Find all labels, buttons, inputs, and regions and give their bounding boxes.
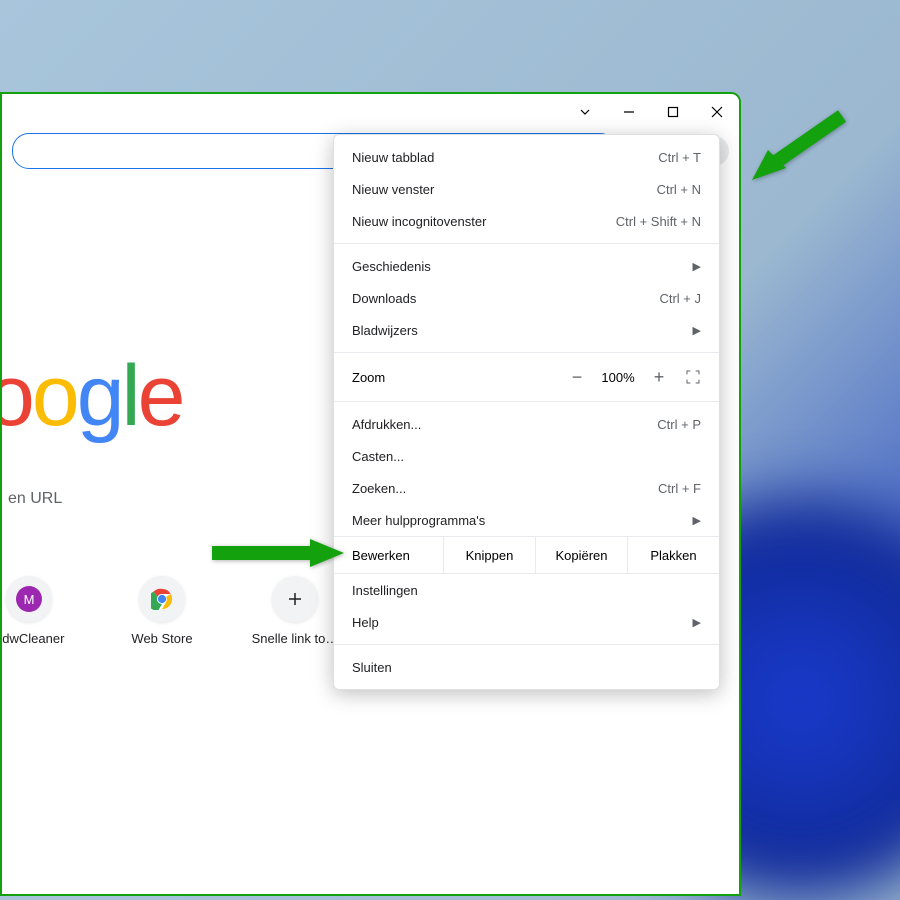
edit-cut[interactable]: Knippen <box>444 537 536 573</box>
chrome-menu: Nieuw tabbladCtrl + T Nieuw vensterCtrl … <box>333 134 720 690</box>
maximize-button[interactable] <box>651 94 695 130</box>
menu-print[interactable]: Afdrukken...Ctrl + P <box>334 408 719 440</box>
menu-exit[interactable]: Sluiten <box>334 651 719 683</box>
titlebar <box>2 94 739 130</box>
chevron-right-icon: ▶ <box>693 260 701 273</box>
shortcut-letter-icon: M <box>16 586 42 612</box>
search-placeholder: en URL <box>8 490 62 508</box>
shortcuts-row: M AdwCleaner Web Store Snelle link to… <box>0 576 350 646</box>
menu-find[interactable]: Zoeken...Ctrl + F <box>334 472 719 504</box>
menu-new-window[interactable]: Nieuw vensterCtrl + N <box>334 173 719 205</box>
menu-more-tools[interactable]: Meer hulpprogramma's▶ <box>334 504 719 536</box>
shortcut-label: AdwCleaner <box>0 631 64 646</box>
edit-copy[interactable]: Kopiëren <box>536 537 628 573</box>
plus-icon <box>272 576 318 622</box>
shortcut-adwcleaner[interactable]: M AdwCleaner <box>0 576 84 646</box>
annotation-arrow-settings <box>206 533 356 576</box>
shortcut-label: Web Store <box>131 631 192 646</box>
menu-edit-row: Bewerken Knippen Kopiëren Plakken <box>334 536 719 574</box>
shortcut-webstore[interactable]: Web Store <box>107 576 217 646</box>
menu-separator <box>334 644 719 645</box>
menu-bookmarks[interactable]: Bladwijzers▶ <box>334 314 719 346</box>
menu-zoom: Zoom − 100% + <box>334 359 719 395</box>
annotation-arrow-menu <box>742 110 852 193</box>
close-button[interactable] <box>695 94 739 130</box>
menu-new-tab[interactable]: Nieuw tabbladCtrl + T <box>334 141 719 173</box>
menu-separator <box>334 243 719 244</box>
zoom-value: 100% <box>593 370 643 385</box>
minimize-button[interactable] <box>607 94 651 130</box>
zoom-out-button[interactable]: − <box>561 367 593 388</box>
menu-cast[interactable]: Casten... <box>334 440 719 472</box>
menu-separator <box>334 401 719 402</box>
chevron-right-icon: ▶ <box>693 324 701 337</box>
fullscreen-icon[interactable] <box>685 369 701 385</box>
google-logo: oogle <box>0 347 182 446</box>
chevron-right-icon: ▶ <box>693 514 701 527</box>
menu-downloads[interactable]: DownloadsCtrl + J <box>334 282 719 314</box>
chrome-icon <box>139 576 185 622</box>
menu-history[interactable]: Geschiedenis▶ <box>334 250 719 282</box>
menu-help[interactable]: Help▶ <box>334 606 719 638</box>
menu-incognito[interactable]: Nieuw incognitovensterCtrl + Shift + N <box>334 205 719 237</box>
edit-paste[interactable]: Plakken <box>628 537 719 573</box>
menu-separator <box>334 352 719 353</box>
search-box[interactable]: en URL <box>2 477 268 521</box>
menu-settings[interactable]: Instellingen <box>334 574 719 606</box>
chevron-right-icon: ▶ <box>693 616 701 629</box>
shortcut-label: Snelle link to… <box>252 631 339 646</box>
zoom-in-button[interactable]: + <box>643 367 675 388</box>
tab-chevron-icon[interactable] <box>563 94 607 130</box>
